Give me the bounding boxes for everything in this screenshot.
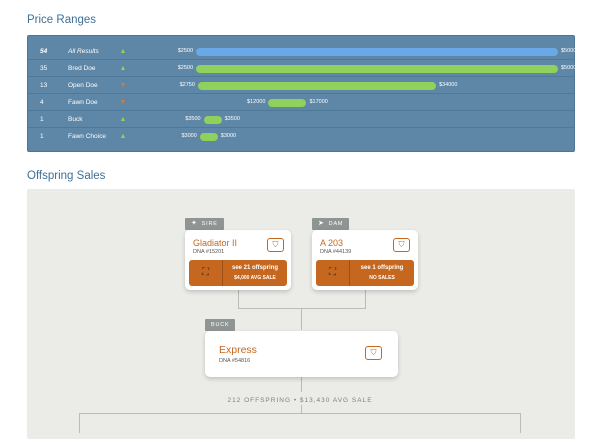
dam-price-tag-button[interactable]: ⛉ — [393, 238, 410, 252]
hierarchy-icon: ⛶ — [189, 260, 223, 286]
price-row[interactable]: 13 Open Doe ▼ $2750 $34000 — [28, 77, 574, 94]
price-ranges-title: Price Ranges — [27, 14, 97, 26]
min-price-label: $2500 — [177, 65, 193, 71]
dam-dna: DNA #44139 — [320, 249, 352, 255]
buck-price-tag-button[interactable]: ⛉ — [365, 346, 382, 360]
min-price-label: $3500 — [185, 116, 201, 122]
arrow-up-icon: ▲ — [119, 65, 127, 72]
buck-card[interactable]: Express DNA #54816 ⛉ — [205, 331, 398, 377]
arrow-up-icon: ▲ — [119, 133, 127, 140]
arrow-down-icon: ▼ — [119, 82, 127, 89]
sire-tag: ✦ SIRE — [185, 218, 224, 230]
price-range-bar — [199, 132, 218, 141]
price-range-bar — [197, 81, 437, 90]
arrow-up-icon: ▲ — [119, 116, 127, 123]
price-row[interactable]: 1 Buck ▲ $3500 $3500 — [28, 111, 574, 128]
sire-icon: ✦ — [191, 220, 198, 227]
sire-offspring-button[interactable]: ⛶ see 21 offspring $4,000 AVG SALE — [189, 260, 287, 286]
sire-card[interactable]: Gladiator II DNA #15201 ⛉ ⛶ see 21 offsp… — [185, 230, 291, 290]
sire-name[interactable]: Gladiator II — [193, 238, 237, 248]
hierarchy-icon: ⛶ — [316, 260, 350, 286]
min-price-label: $12000 — [247, 99, 266, 105]
max-price-label: $3500 — [224, 116, 240, 122]
sire-avg-sale: $4,000 AVG SALE — [234, 275, 276, 281]
arrow-up-icon: ▲ — [119, 48, 127, 55]
max-price-label: $17000 — [309, 99, 328, 105]
offspring-sales-title: Offspring Sales — [27, 170, 106, 182]
buck-name[interactable]: Express — [219, 344, 257, 356]
dam-offspring-count: see 1 offspring — [360, 265, 404, 271]
tag-icon: ⛉ — [398, 240, 405, 249]
dam-offspring-button[interactable]: ⛶ see 1 offspring NO SALES — [316, 260, 414, 286]
dam-name[interactable]: A 203 — [320, 238, 343, 248]
price-range-bar — [196, 64, 558, 73]
price-row[interactable]: 4 Fawn Doe ▼ $12000 $17000 — [28, 94, 574, 111]
buck-dna: DNA #54816 — [219, 358, 251, 364]
dam-tag: ➤ DAM — [312, 218, 350, 230]
row-count: 54 — [40, 48, 48, 55]
row-count: 4 — [40, 99, 44, 106]
min-price-label: $2500 — [177, 48, 193, 54]
price-row[interactable]: 1 Fawn Choice ▲ $3000 $3000 — [28, 128, 574, 145]
price-range-bar — [268, 98, 307, 107]
min-price-label: $3000 — [181, 133, 197, 139]
dam-card[interactable]: A 203 DNA #44139 ⛉ ⛶ see 1 offspring NO … — [312, 230, 418, 290]
row-count: 1 — [40, 133, 44, 140]
price-row[interactable]: 35 Bred Doe ▲ $2500 $50000 — [28, 60, 579, 77]
arrow-down-icon: ▼ — [119, 99, 127, 106]
max-price-label: $34000 — [439, 82, 458, 88]
sire-dna: DNA #15201 — [193, 249, 225, 255]
tag-icon: ⛉ — [272, 240, 279, 249]
price-range-bar — [196, 47, 558, 56]
tag-icon: ⛉ — [370, 348, 377, 357]
dam-icon: ➤ — [318, 220, 325, 227]
sire-price-tag-button[interactable]: ⛉ — [267, 238, 284, 252]
price-range-bar — [203, 115, 222, 124]
price-row[interactable]: 54 All Results ▲ $2500 $50000 — [28, 43, 579, 60]
sire-offspring-count: see 21 offspring — [231, 265, 278, 271]
dam-avg-sale: NO SALES — [369, 275, 395, 281]
max-price-label: $50000 — [561, 48, 580, 54]
row-count: 13 — [40, 82, 48, 89]
buck-tag: BUCK — [205, 319, 236, 331]
row-count: 1 — [40, 116, 44, 123]
row-count: 35 — [40, 65, 48, 72]
max-price-label: $50000 — [561, 65, 580, 71]
price-ranges-panel: 54 All Results ▲ $2500 $50000 35 Bred Doe ▲ $250… — [27, 35, 579, 152]
max-price-label: $3000 — [220, 133, 237, 139]
offspring-summary: 212 OFFSPRING • $13,430 AVG SALE — [227, 397, 373, 404]
min-price-label: $2750 — [179, 82, 195, 88]
